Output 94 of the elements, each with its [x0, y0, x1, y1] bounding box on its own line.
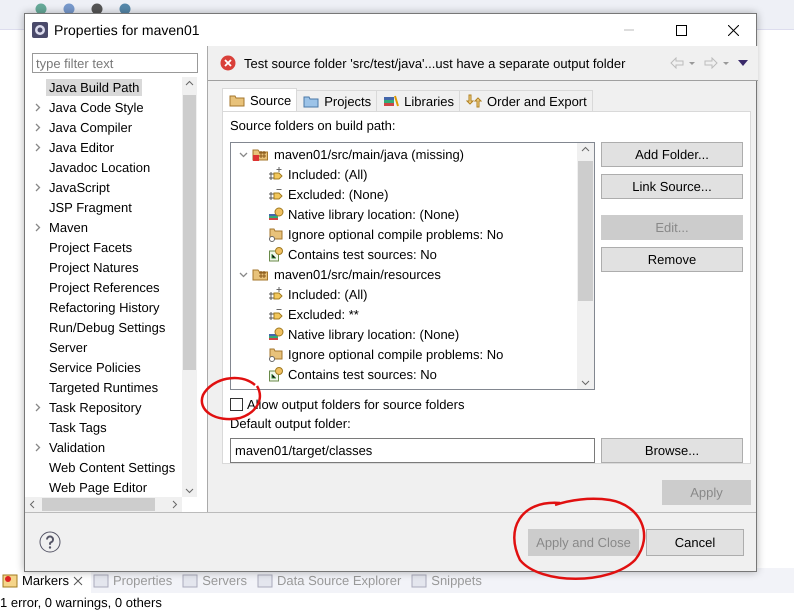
- tree-item[interactable]: Excluded: **: [231, 304, 577, 324]
- tree-item[interactable]: Contains test sources: No: [231, 364, 577, 384]
- tree-item[interactable]: Native library location: (None): [231, 204, 577, 224]
- gear-icon: [32, 22, 48, 38]
- collapse-icon[interactable]: [239, 150, 248, 158]
- test-file-icon: [268, 366, 284, 382]
- tree-item[interactable]: maven01/src/main/resources: [231, 264, 577, 284]
- dialog-button[interactable]: Cancel: [646, 528, 744, 556]
- tree-item[interactable]: Contains test sources: No: [231, 244, 577, 264]
- tree-item[interactable]: Included: (All): [231, 164, 577, 184]
- nav-item[interactable]: Server: [29, 337, 182, 357]
- nav-item[interactable]: Web Content Settings: [29, 457, 182, 477]
- nav-item[interactable]: Task Tags: [29, 417, 182, 437]
- tree-item[interactable]: Included: (All): [231, 284, 577, 304]
- tab[interactable]: Source: [222, 88, 298, 111]
- error-message: Test source folder 'src/test/java'...ust have a separate output folder: [244, 56, 626, 70]
- nav-item[interactable]: Java Compiler: [29, 117, 182, 137]
- nav-item[interactable]: Project References: [29, 277, 182, 297]
- close-icon: [728, 24, 738, 36]
- nav-item[interactable]: Service Policies: [29, 357, 182, 377]
- nav-item[interactable]: Project Natures: [29, 257, 182, 277]
- expand-icon[interactable]: [33, 442, 42, 452]
- output-folder-field[interactable]: maven01/target/classes: [230, 438, 595, 463]
- scrollbar[interactable]: [182, 77, 197, 497]
- scrollbar[interactable]: [577, 143, 594, 389]
- nav-item[interactable]: Javadoc Location: [29, 157, 182, 177]
- folder-icon: [229, 93, 245, 107]
- nav-item[interactable]: Java Editor: [29, 137, 182, 157]
- expand-icon[interactable]: [33, 102, 42, 112]
- folder-icon: [268, 346, 284, 362]
- close-icon[interactable]: [72, 576, 83, 586]
- status-text: 1 error, 0 warnings, 0 others: [0, 594, 163, 612]
- test-file-icon: [268, 246, 284, 262]
- nav-item[interactable]: Maven: [29, 217, 182, 237]
- nav-item[interactable]: Project Facets: [29, 237, 182, 257]
- help-icon[interactable]: [39, 531, 61, 553]
- tree-item[interactable]: maven01/src/main/java (missing): [231, 144, 577, 164]
- action-button[interactable]: Add Folder...: [601, 142, 743, 167]
- view-icon: [411, 574, 428, 588]
- browse-button[interactable]: Browse...: [601, 438, 743, 463]
- books-gear-icon: [268, 326, 284, 342]
- window-title: Properties for maven01: [54, 22, 201, 38]
- error-icon: [220, 55, 236, 71]
- action-button[interactable]: Link Source...: [601, 174, 743, 199]
- nav-item[interactable]: JSP Fragment: [29, 197, 182, 217]
- arrows-icon: [466, 94, 482, 108]
- filter-minus-icon: [268, 306, 284, 322]
- scroll-left-icon[interactable]: [29, 500, 35, 509]
- expand-icon[interactable]: [33, 142, 42, 152]
- tree-item[interactable]: Ignore optional compile problems: No: [231, 344, 577, 364]
- forward-arrow-icon[interactable]: [704, 57, 730, 69]
- scroll-up-icon[interactable]: [185, 80, 194, 86]
- collapse-icon[interactable]: [239, 270, 248, 278]
- expand-icon[interactable]: [33, 402, 42, 412]
- folder-icon: [303, 94, 320, 108]
- scroll-right-icon[interactable]: [172, 500, 178, 509]
- action-button[interactable]: Remove: [601, 247, 743, 272]
- nav-item[interactable]: Task Repository: [29, 397, 182, 417]
- view-icon: [2, 574, 18, 588]
- tab[interactable]: Order and Export: [459, 90, 593, 111]
- books-gear-icon: [268, 206, 284, 222]
- view-icon: [257, 574, 273, 588]
- expand-icon[interactable]: [33, 122, 42, 132]
- filter-plus-icon: [268, 166, 284, 182]
- scroll-down-icon[interactable]: [185, 488, 194, 494]
- filter-field[interactable]: type filter text: [32, 53, 198, 73]
- nav-item[interactable]: Validation: [29, 437, 182, 457]
- view-icon: [182, 574, 198, 588]
- scroll-down-icon[interactable]: [581, 380, 590, 386]
- expand-icon[interactable]: [33, 222, 42, 232]
- scrollbar[interactable]: [25, 497, 182, 512]
- nav-item[interactable]: Java Code Style: [29, 97, 182, 117]
- minimize-icon: [624, 29, 634, 31]
- tree-item[interactable]: Native library location: (None): [231, 324, 577, 344]
- back-arrow-icon[interactable]: [670, 57, 696, 69]
- tab[interactable]: Projects: [296, 90, 378, 111]
- filter-plus-icon: [268, 286, 284, 302]
- books-icon: [383, 94, 400, 108]
- folder-icon: [268, 226, 284, 242]
- menu-caret-icon[interactable]: [738, 60, 748, 66]
- field-label: Default output folder:: [230, 416, 352, 433]
- scroll-up-icon[interactable]: [581, 146, 590, 152]
- tree-item[interactable]: Ignore optional compile problems: No: [231, 224, 577, 244]
- nav-item[interactable]: JavaScript: [29, 177, 182, 197]
- expand-icon[interactable]: [33, 182, 42, 192]
- view-icon: [92, 574, 109, 588]
- maximize-icon: [676, 24, 686, 36]
- nav-item[interactable]: Run/Debug Settings: [29, 317, 182, 337]
- nav-item[interactable]: Refactoring History: [29, 297, 182, 317]
- tree-item[interactable]: Excluded: (None): [231, 184, 577, 204]
- nav-item[interactable]: Targeted Runtimes: [29, 377, 182, 397]
- nav-item[interactable]: Web Page Editor: [29, 477, 182, 497]
- filter-minus-icon: [268, 186, 284, 202]
- section-label: Source folders on build path:: [230, 118, 396, 135]
